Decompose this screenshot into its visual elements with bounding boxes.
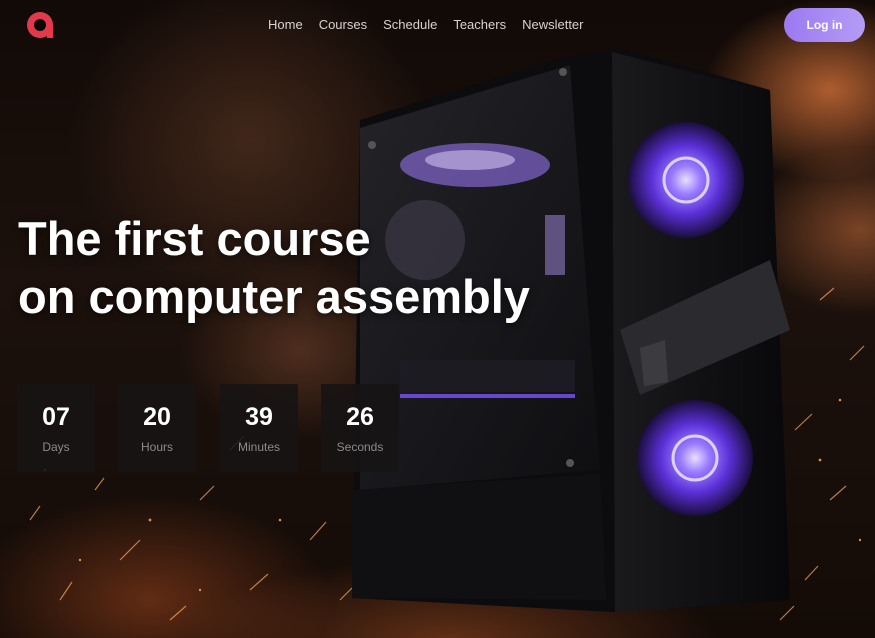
hero-title-line-2: on computer assembly (18, 270, 530, 323)
countdown-label: Hours (140, 440, 173, 454)
login-button[interactable]: Log in (784, 8, 865, 42)
fan-bottom-icon (637, 400, 753, 516)
nav-item-teachers[interactable]: Teachers (453, 16, 506, 33)
countdown-seconds: 26 Seconds (321, 384, 399, 472)
site-header: Home Courses Schedule Teachers Newslette… (0, 0, 875, 50)
countdown-hours: 20 Hours (118, 384, 196, 472)
nav-item-courses[interactable]: Courses (319, 16, 367, 33)
countdown-value: 26 (346, 403, 374, 431)
hero-title-line-1: The first course (18, 212, 371, 265)
countdown-label: Seconds (336, 440, 384, 454)
countdown-days: 07 Days (17, 384, 95, 472)
fan-top-icon (628, 122, 744, 238)
countdown-value: 07 (42, 403, 70, 431)
countdown-value: 20 (143, 403, 171, 431)
countdown-timer: 07 Days 20 Hours 39 Minutes 26 Seconds (17, 384, 407, 472)
countdown-label: Minutes (237, 440, 281, 454)
nav-item-schedule[interactable]: Schedule (383, 16, 437, 33)
hero-title: The first course on computer assembly (18, 210, 618, 326)
nav-item-newsletter[interactable]: Newsletter (522, 16, 583, 33)
countdown-label: Days (42, 440, 70, 454)
countdown-value: 39 (245, 403, 273, 431)
countdown-minutes: 39 Minutes (220, 384, 298, 472)
brand-logo-icon[interactable] (24, 9, 56, 41)
nav-item-home[interactable]: Home (268, 16, 303, 33)
main-nav: Home Courses Schedule Teachers Newslette… (268, 16, 600, 33)
